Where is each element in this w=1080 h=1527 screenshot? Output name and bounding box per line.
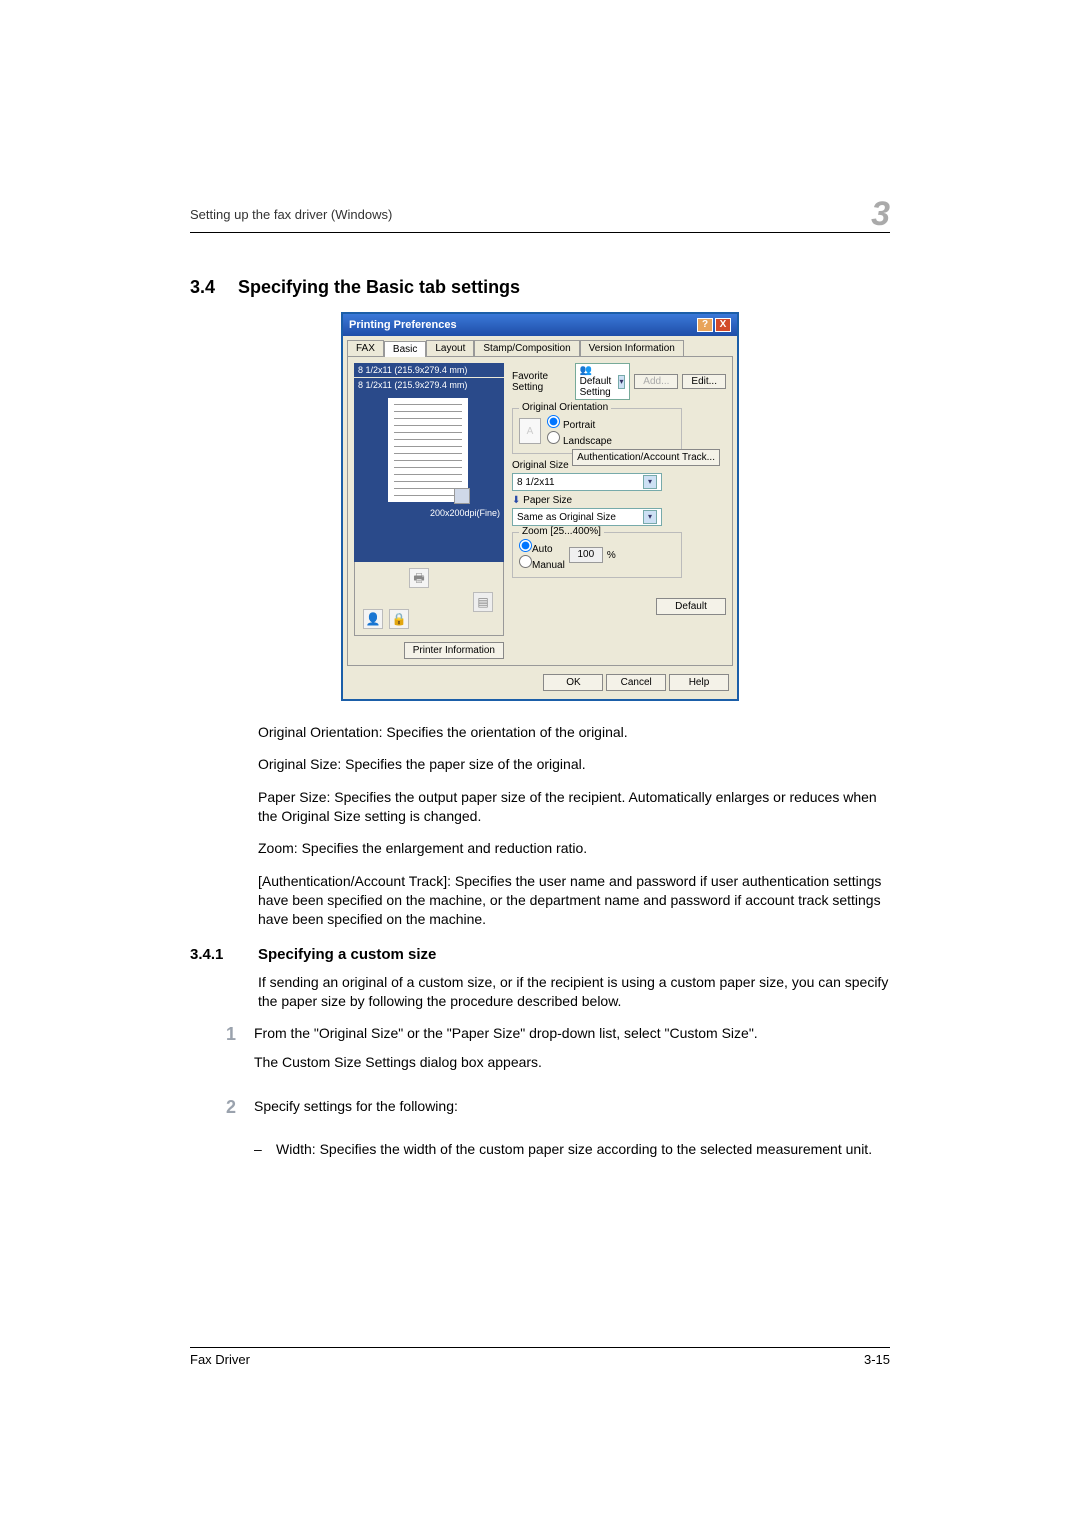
bullet-dash: –	[254, 1140, 266, 1159]
printing-preferences-dialog: Printing Preferences ? X FAX Basic Layou…	[341, 312, 739, 701]
running-header: Setting up the fax driver (Windows)	[190, 207, 392, 222]
tab-version-info[interactable]: Version Information	[580, 340, 684, 356]
help-button[interactable]: Help	[669, 674, 729, 691]
paper-size-value: Same as Original Size	[517, 512, 616, 523]
close-icon[interactable]: X	[715, 318, 731, 332]
zoom-auto-radio[interactable]: Auto	[519, 539, 565, 555]
favorite-setting-value: Default Setting	[580, 376, 612, 398]
default-button[interactable]: Default	[656, 598, 726, 615]
portrait-radio[interactable]: Portrait	[547, 415, 612, 431]
landscape-radio[interactable]: Landscape	[547, 431, 612, 447]
preview-area: 200x200dpi(Fine)	[354, 392, 504, 562]
orientation-legend: Original Orientation	[519, 402, 611, 413]
section-title: Specifying the Basic tab settings	[238, 277, 520, 297]
zoom-value-spinner[interactable]: 100	[569, 547, 603, 563]
ok-button[interactable]: OK	[543, 674, 603, 691]
zoom-legend: Zoom [25...400%]	[519, 526, 604, 537]
tab-fax[interactable]: FAX	[347, 340, 384, 356]
preview-toolbar: 🖶 ▤ 👤 🔒	[354, 562, 504, 636]
step-text: From the "Original Size" or the "Paper S…	[254, 1024, 890, 1043]
edit-favorite-button[interactable]: Edit...	[682, 374, 726, 389]
subsection-number: 3.4.1	[190, 946, 258, 963]
step-text: Specify settings for the following:	[254, 1097, 890, 1116]
chevron-down-icon: ▾	[643, 475, 657, 489]
body-paragraph: Original Size: Specifies the paper size …	[258, 755, 890, 774]
tab-basic[interactable]: Basic	[384, 341, 426, 357]
printer-status-icon: 🖶	[409, 568, 429, 588]
subsection-intro: If sending an original of a custom size,…	[258, 973, 890, 1012]
zoom-auto-label: Auto	[532, 544, 553, 555]
chapter-number: 3	[871, 200, 890, 228]
landscape-label: Landscape	[563, 436, 612, 447]
preview-dpi: 200x200dpi(Fine)	[430, 508, 500, 518]
paper-size-label: ⬇ Paper Size	[512, 495, 726, 506]
favorite-setting-dropdown[interactable]: 👥 Default Setting ▾	[575, 363, 631, 400]
percent-label: %	[607, 550, 616, 561]
portrait-label: Portrait	[563, 420, 595, 431]
auth-account-track-button[interactable]: Authentication/Account Track...	[572, 449, 720, 466]
footer-right: 3-15	[864, 1352, 890, 1367]
paper-size-label-text: Paper Size	[523, 495, 572, 506]
zoom-manual-label: Manual	[532, 560, 565, 571]
step-text: The Custom Size Settings dialog box appe…	[254, 1053, 890, 1072]
favorite-setting-label: Favorite Setting	[512, 371, 571, 393]
body-paragraph: Original Orientation: Specifies the orie…	[258, 723, 890, 742]
printer-information-button[interactable]: Printer Information	[404, 642, 504, 659]
user-auth-icon: 👤	[363, 609, 383, 629]
preview-size-1: 8 1/2x11 (215.9x279.4 mm)	[354, 363, 504, 377]
preview-size-2: 8 1/2x11 (215.9x279.4 mm)	[354, 378, 504, 392]
help-icon[interactable]: ?	[697, 318, 713, 332]
body-paragraph: Zoom: Specifies the enlargement and redu…	[258, 839, 890, 858]
cancel-button[interactable]: Cancel	[606, 674, 666, 691]
chevron-down-icon: ▾	[643, 510, 657, 524]
tab-stamp-composition[interactable]: Stamp/Composition	[474, 340, 579, 356]
step-number: 2	[190, 1097, 236, 1126]
tab-layout[interactable]: Layout	[426, 340, 474, 356]
original-size-dropdown[interactable]: 8 1/2x11 ▾	[512, 473, 662, 491]
page-icon: ▤	[473, 592, 493, 612]
sublist-item: Width: Specifies the width of the custom…	[276, 1140, 872, 1159]
dialog-titlebar: Printing Preferences ? X	[343, 314, 737, 336]
zoom-manual-radio[interactable]: Manual	[519, 555, 565, 571]
orientation-icon: A	[519, 418, 541, 444]
original-size-value: 8 1/2x11	[517, 477, 555, 488]
section-number: 3.4	[190, 277, 238, 298]
section-heading: 3.4Specifying the Basic tab settings	[190, 277, 890, 298]
body-paragraph: [Authentication/Account Track]: Specifie…	[258, 872, 890, 930]
subsection-title: Specifying a custom size	[258, 946, 436, 963]
paper-size-dropdown[interactable]: Same as Original Size ▾	[512, 508, 662, 526]
footer-left: Fax Driver	[190, 1352, 250, 1367]
page-preview-icon	[388, 398, 468, 502]
lock-icon: 🔒	[389, 609, 409, 629]
tab-strip: FAX Basic Layout Stamp/Composition Versi…	[343, 336, 737, 356]
step-number: 1	[190, 1024, 236, 1083]
chevron-down-icon: ▾	[618, 375, 626, 389]
page-corner-icon	[454, 488, 470, 504]
dialog-title: Printing Preferences	[349, 319, 457, 331]
add-favorite-button[interactable]: Add...	[634, 374, 678, 389]
body-paragraph: Paper Size: Specifies the output paper s…	[258, 788, 890, 827]
